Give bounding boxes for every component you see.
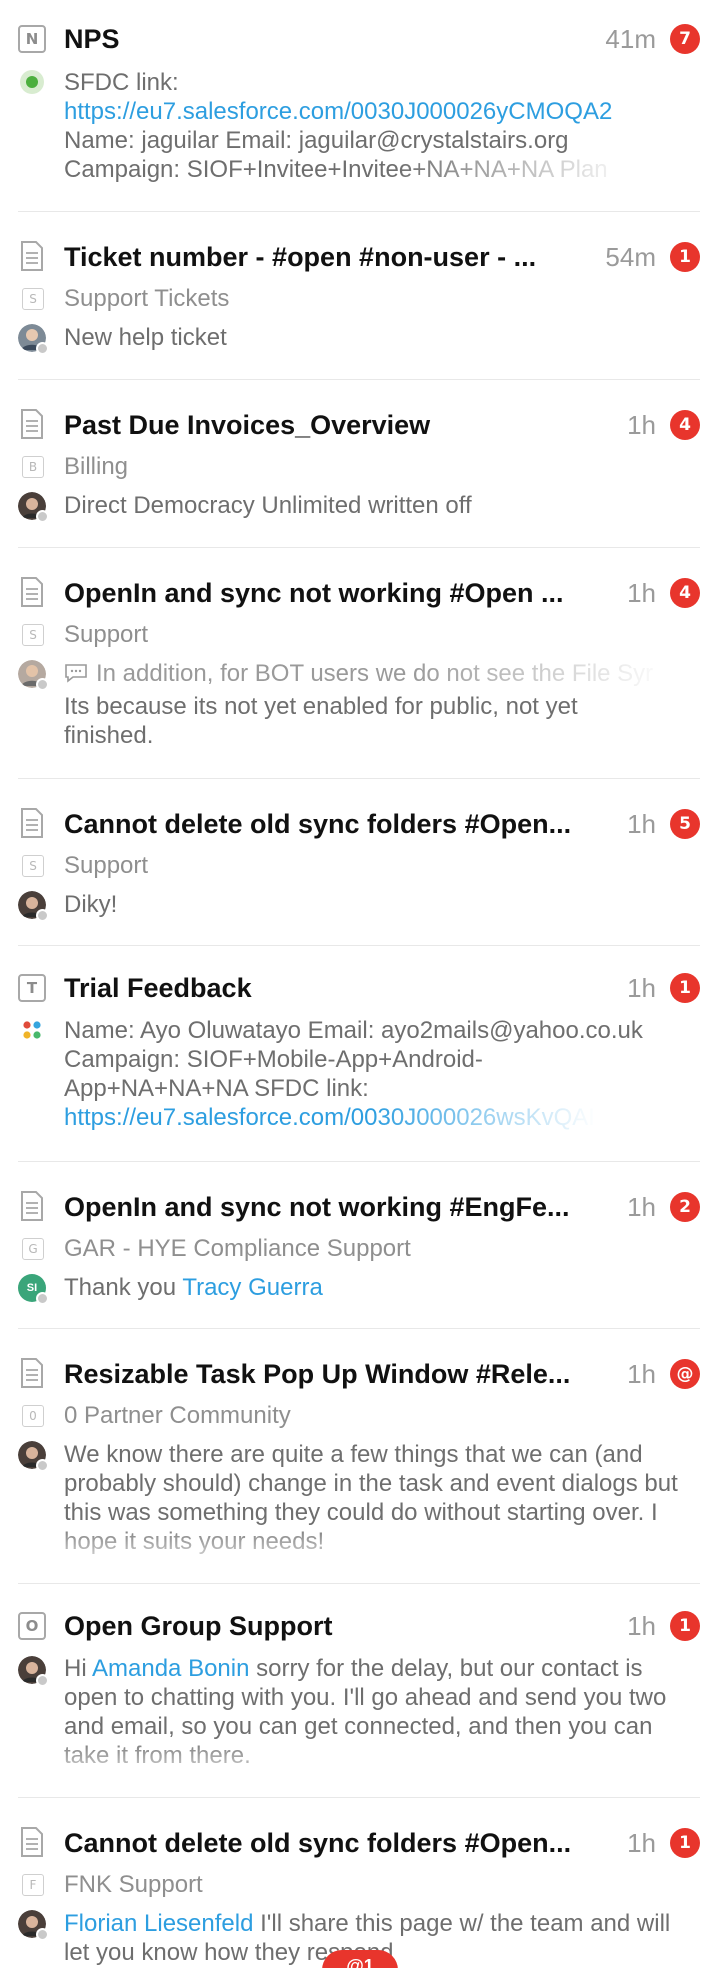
message-text: Its because its not yet enabled for publ… <box>64 693 578 749</box>
message-link[interactable]: https://eu7.salesforce.com/0030J000026ws… <box>64 1103 624 1132</box>
avatar[interactable] <box>18 1656 49 1687</box>
quoted-comment: In addition, for BOT users we do not see… <box>64 659 700 688</box>
group-letter-icon: F <box>22 1874 44 1896</box>
divider <box>18 1583 700 1584</box>
group-letter-icon: G <box>22 1238 44 1260</box>
item-title[interactable]: Past Due Invoices_Overview <box>64 408 616 442</box>
item-time: 1h <box>627 1828 656 1858</box>
divider <box>18 379 700 380</box>
document-icon <box>20 1191 44 1221</box>
app-logo-icon <box>23 1021 41 1039</box>
item-title[interactable]: Cannot delete old sync folders #Open... <box>64 1826 616 1860</box>
unread-badge: 4 <box>670 578 700 608</box>
message-text: Diky! <box>64 891 118 918</box>
divider <box>18 211 700 212</box>
message-line: SFDC link: <box>64 69 179 96</box>
comment-icon <box>65 664 87 683</box>
new-mentions-button[interactable]: @1 <box>322 1950 398 1968</box>
group-letter-icon: N <box>18 25 46 53</box>
document-icon <box>20 808 44 838</box>
divider <box>18 1161 700 1162</box>
message-text: Direct Democracy Unlimited written off <box>64 492 472 519</box>
divider <box>18 945 700 946</box>
divider <box>18 1797 700 1798</box>
divider <box>18 778 700 779</box>
item-time: 41m <box>605 24 656 54</box>
unread-badge: 1 <box>670 242 700 272</box>
avatar[interactable] <box>18 660 49 691</box>
group-name[interactable]: Support Tickets <box>64 284 229 314</box>
unread-badge: 4 <box>670 410 700 440</box>
divider <box>18 1328 700 1329</box>
group-letter-icon: O <box>18 1612 46 1640</box>
avatar[interactable] <box>18 1441 49 1472</box>
item-time: 54m <box>605 242 656 272</box>
unread-badge: 1 <box>670 973 700 1003</box>
unread-badge: 2 <box>670 1192 700 1222</box>
item-title[interactable]: Trial Feedback <box>64 971 616 1005</box>
group-name[interactable]: Support <box>64 851 148 881</box>
mention-link[interactable]: Tracy Guerra <box>182 1274 322 1301</box>
unread-badge: 7 <box>670 24 700 54</box>
message-text: SFDC link: https://eu7.salesforce.com/00… <box>64 68 700 184</box>
unread-badge: 5 <box>670 809 700 839</box>
message-prefix: Thank you <box>64 1274 183 1301</box>
group-letter-icon: S <box>22 624 44 646</box>
message-text: Hi Amanda Bonin sorry for the delay, but… <box>64 1654 694 1770</box>
avatar[interactable]: SI <box>18 1274 49 1305</box>
message-text: Name: Ayo Oluwatayo Email: ayo2mails@yah… <box>64 1016 700 1132</box>
item-time: 1h <box>627 1192 656 1222</box>
item-time: 1h <box>627 973 656 1003</box>
item-title[interactable]: Open Group Support <box>64 1609 616 1643</box>
item-title[interactable]: NPS <box>64 22 616 56</box>
item-title[interactable]: Cannot delete old sync folders #Open... <box>64 807 616 841</box>
item-time: 1h <box>627 1359 656 1389</box>
mention-badge: @ <box>670 1359 700 1389</box>
avatar[interactable] <box>18 891 49 922</box>
unread-badge: 1 <box>670 1828 700 1858</box>
group-letter-icon: T <box>18 974 46 1002</box>
message-prefix: Hi <box>64 1655 93 1682</box>
group-letter-icon: B <box>22 456 44 478</box>
item-time: 1h <box>627 578 656 608</box>
document-icon <box>20 1827 44 1857</box>
message-line: App+NA+NA+NA SFDC link: <box>64 1075 369 1102</box>
group-name[interactable]: Billing <box>64 452 128 482</box>
message-line: Name: Ayo Oluwatayo Email: ayo2mails@yah… <box>64 1017 643 1044</box>
document-icon <box>20 409 44 439</box>
group-name[interactable]: FNK Support <box>64 1870 203 1900</box>
item-title[interactable]: OpenIn and sync not working #Open ... <box>64 576 616 610</box>
item-time: 1h <box>627 1611 656 1641</box>
item-title[interactable]: Resizable Task Pop Up Window #Rele... <box>64 1357 616 1391</box>
divider <box>18 547 700 548</box>
message-line: Campaign: SIOF+Mobile-App+Android- <box>64 1046 483 1073</box>
item-time: 1h <box>627 809 656 839</box>
message-link[interactable]: https://eu7.salesforce.com/0030J000026yC… <box>64 97 700 126</box>
group-name[interactable]: Support <box>64 620 148 650</box>
group-letter-icon: S <box>22 855 44 877</box>
unread-badge: 1 <box>670 1611 700 1641</box>
avatar[interactable] <box>18 492 49 523</box>
comment-text: In addition, for BOT users we do not see… <box>96 660 654 687</box>
group-name[interactable]: GAR - HYE Compliance Support <box>64 1234 411 1264</box>
document-icon <box>20 577 44 607</box>
item-title[interactable]: Ticket number - #open #non-user - ... <box>64 240 616 274</box>
item-title[interactable]: OpenIn and sync not working #EngFe... <box>64 1190 616 1224</box>
group-name[interactable]: 0 Partner Community <box>64 1401 291 1431</box>
online-status-icon <box>20 70 44 94</box>
item-time: 1h <box>627 410 656 440</box>
message-line: Name: jaguilar Email: jaguilar@crystalst… <box>64 127 569 154</box>
mention-link[interactable]: Amanda Bonin <box>92 1655 249 1682</box>
document-icon <box>20 241 44 271</box>
mention-link[interactable]: Florian Liesenfeld <box>64 1910 253 1937</box>
avatar[interactable] <box>18 324 49 355</box>
group-letter-icon: S <box>22 288 44 310</box>
avatar[interactable] <box>18 1910 49 1941</box>
document-icon <box>20 1358 44 1388</box>
message-text: Thank you Tracy Guerra <box>64 1273 700 1302</box>
group-letter-icon: 0 <box>22 1405 44 1427</box>
message-text: We know there are quite a few things tha… <box>64 1441 678 1555</box>
message-line: Campaign: SIOF+Invitee+Invitee+NA+NA+NA … <box>64 156 608 183</box>
message-text: New help ticket <box>64 324 227 351</box>
